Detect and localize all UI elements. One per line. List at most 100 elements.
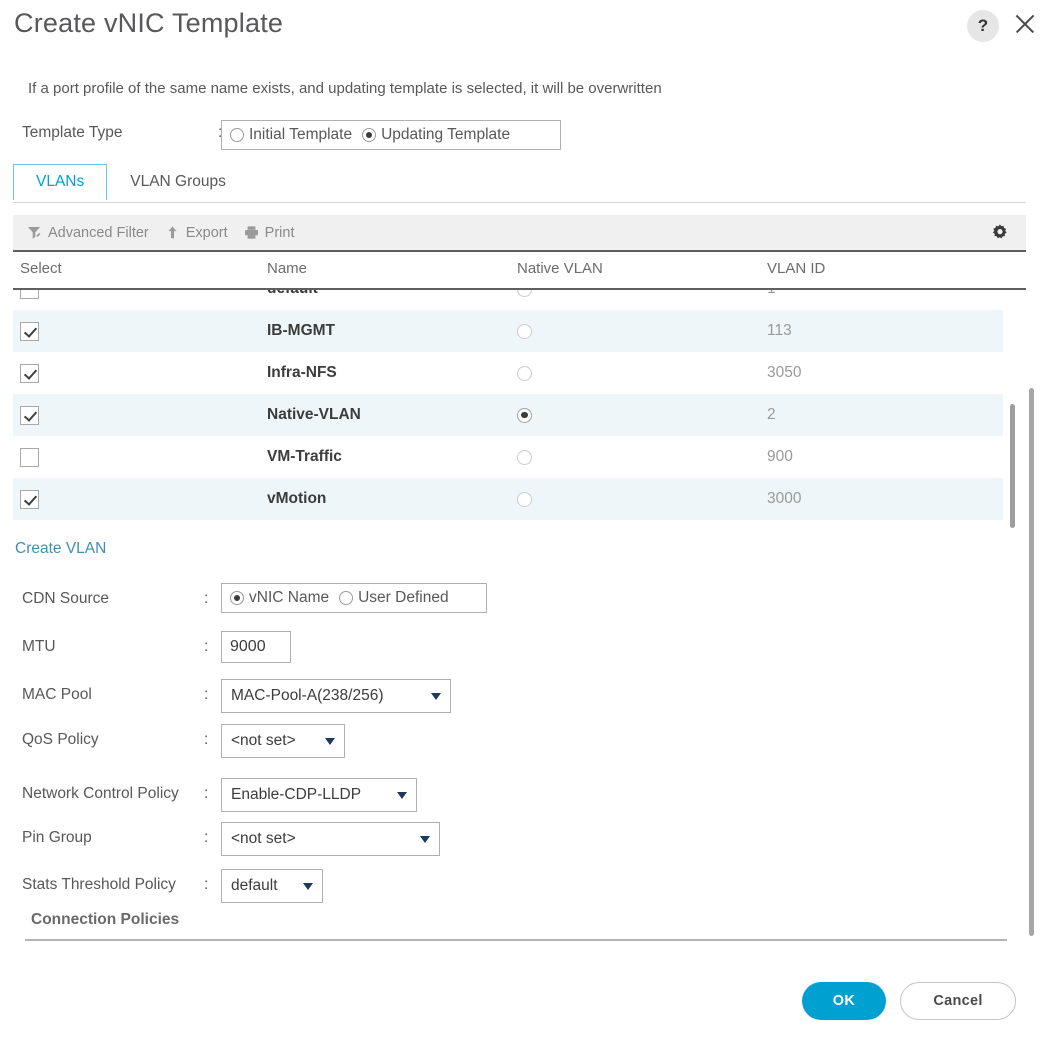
print-button[interactable]: Print: [244, 225, 295, 241]
row-name-cell: vMotion: [267, 478, 326, 520]
native-vlan-radio[interactable]: [517, 449, 532, 465]
dialog-scrollbar-thumb[interactable]: [1029, 388, 1034, 936]
table-row[interactable]: Native-VLAN 2: [13, 394, 1003, 436]
pin-group-label: Pin Group: [22, 829, 92, 846]
export-button[interactable]: Export: [165, 225, 228, 241]
native-vlan-radio[interactable]: [517, 365, 532, 381]
table-row[interactable]: Infra-NFS 3050: [13, 352, 1003, 394]
column-header-vlan-id: VLAN ID: [767, 260, 826, 277]
vlan-name: VM-Traffic: [267, 448, 342, 465]
row-vlan-id-cell: 1: [767, 290, 776, 310]
cdn-source-colon: :: [204, 590, 209, 607]
radio-updating-template[interactable]: [362, 128, 377, 142]
close-icon[interactable]: [1010, 9, 1040, 39]
vlan-name: Infra-NFS: [267, 364, 337, 381]
table-row[interactable]: IB-MGMT 113: [13, 310, 1003, 352]
row-vlan-id-cell: 3050: [767, 352, 801, 394]
native-vlan-radio[interactable]: [517, 407, 532, 423]
cancel-button[interactable]: Cancel: [900, 982, 1016, 1020]
vlan-id: 3050: [767, 364, 802, 381]
mac-pool-colon: :: [204, 686, 209, 703]
mtu-label: MTU: [22, 638, 56, 655]
qos-policy-label: QoS Policy: [22, 731, 99, 748]
native-vlan-radio[interactable]: [517, 491, 532, 507]
qos-policy-select[interactable]: <not set>: [221, 724, 345, 758]
export-label: Export: [185, 224, 228, 241]
connection-policies-divider: [25, 939, 1007, 941]
template-type-option-initial[interactable]: Initial Template: [230, 126, 352, 144]
table-header: Select Name Native VLAN VLAN ID: [13, 252, 1026, 288]
dialog-header: Create vNIC Template ?: [0, 0, 1051, 62]
row-checkbox[interactable]: [20, 489, 39, 509]
vlan-name: IB-MGMT: [267, 322, 336, 339]
cdn-source-option-user-defined[interactable]: User Defined: [339, 589, 449, 607]
tab-vlan-groups[interactable]: VLAN Groups: [107, 164, 249, 200]
cdn-source-option-vnic-name[interactable]: vNIC Name: [230, 589, 329, 607]
row-native-cell: [517, 394, 532, 436]
pin-group-colon: :: [204, 829, 209, 846]
vlan-table-scroll-viewport[interactable]: default 1 IB-MGMT 113: [13, 290, 1026, 532]
create-vlan-link[interactable]: Create VLAN: [15, 540, 106, 558]
table-row[interactable]: vMotion 3000: [13, 478, 1003, 520]
table-row[interactable]: default 1: [13, 290, 1003, 310]
ok-button[interactable]: OK: [802, 982, 886, 1020]
radio-vnic-name[interactable]: [230, 591, 244, 605]
table-toolbar: Advanced Filter Export Print: [13, 215, 1026, 250]
row-checkbox[interactable]: [20, 321, 39, 341]
native-vlan-radio[interactable]: [517, 290, 532, 297]
row-select-cell: [20, 394, 39, 436]
chevron-down-icon: [420, 835, 430, 843]
pin-group-value: <not set>: [231, 830, 296, 847]
row-vlan-id-cell: 3000: [767, 478, 801, 520]
row-select-cell: [20, 478, 39, 520]
radio-user-defined[interactable]: [339, 591, 354, 605]
row-native-cell: [517, 290, 532, 310]
row-name-cell: Infra-NFS: [267, 352, 337, 394]
pin-group-select[interactable]: <not set>: [221, 822, 440, 856]
filter-icon: [27, 225, 42, 240]
radio-initial-template[interactable]: [230, 128, 244, 142]
table-scrollbar-thumb[interactable]: [1010, 404, 1015, 528]
row-native-cell: [517, 352, 532, 394]
tab-bar: VLANs VLAN Groups: [13, 164, 249, 202]
qos-policy-colon: :: [204, 731, 209, 748]
template-type-option-updating[interactable]: Updating Template: [362, 126, 510, 144]
row-select-cell: [20, 352, 39, 394]
network-control-policy-value: Enable-CDP-LLDP: [231, 786, 362, 803]
stats-threshold-policy-value: default: [231, 877, 278, 894]
vlan-name: default: [267, 290, 318, 298]
mtu-colon: :: [204, 638, 209, 655]
mtu-control: 9000: [221, 631, 291, 663]
row-select-cell: [20, 290, 39, 310]
row-checkbox[interactable]: [20, 290, 39, 299]
network-control-policy-label: Network Control Policy: [22, 785, 179, 802]
row-checkbox[interactable]: [20, 363, 39, 383]
tab-vlans[interactable]: VLANs: [13, 164, 108, 202]
mtu-input[interactable]: 9000: [221, 631, 291, 663]
cdn-source-control: vNIC Name User Defined: [221, 583, 487, 613]
vlan-id: 113: [767, 322, 792, 339]
vlan-id: 900: [767, 448, 793, 465]
help-icon[interactable]: ?: [967, 10, 999, 42]
stats-threshold-policy-label: Stats Threshold Policy: [22, 876, 176, 893]
chevron-down-icon: [397, 791, 407, 799]
row-vlan-id-cell: 113: [767, 310, 792, 352]
table-row[interactable]: VM-Traffic 900: [13, 436, 1003, 478]
network-control-policy-select[interactable]: Enable-CDP-LLDP: [221, 778, 417, 812]
row-checkbox[interactable]: [20, 405, 39, 425]
network-control-policy-colon: :: [204, 785, 209, 802]
vlan-name: vMotion: [267, 490, 327, 507]
row-name-cell: Native-VLAN: [267, 394, 361, 436]
row-native-cell: [517, 310, 532, 352]
gear-icon[interactable]: [990, 223, 1010, 243]
stats-threshold-policy-control: default: [221, 869, 323, 903]
row-checkbox[interactable]: [20, 447, 39, 467]
column-header-name: Name: [267, 260, 308, 277]
chevron-down-icon: [431, 692, 441, 700]
stats-threshold-policy-select[interactable]: default: [221, 869, 323, 903]
qos-policy-value: <not set>: [231, 732, 296, 749]
radio-vnic-name-label: vNIC Name: [249, 589, 330, 606]
advanced-filter-button[interactable]: Advanced Filter: [27, 225, 149, 241]
native-vlan-radio[interactable]: [517, 323, 532, 339]
mac-pool-select[interactable]: MAC-Pool-A(238/256): [221, 679, 451, 713]
